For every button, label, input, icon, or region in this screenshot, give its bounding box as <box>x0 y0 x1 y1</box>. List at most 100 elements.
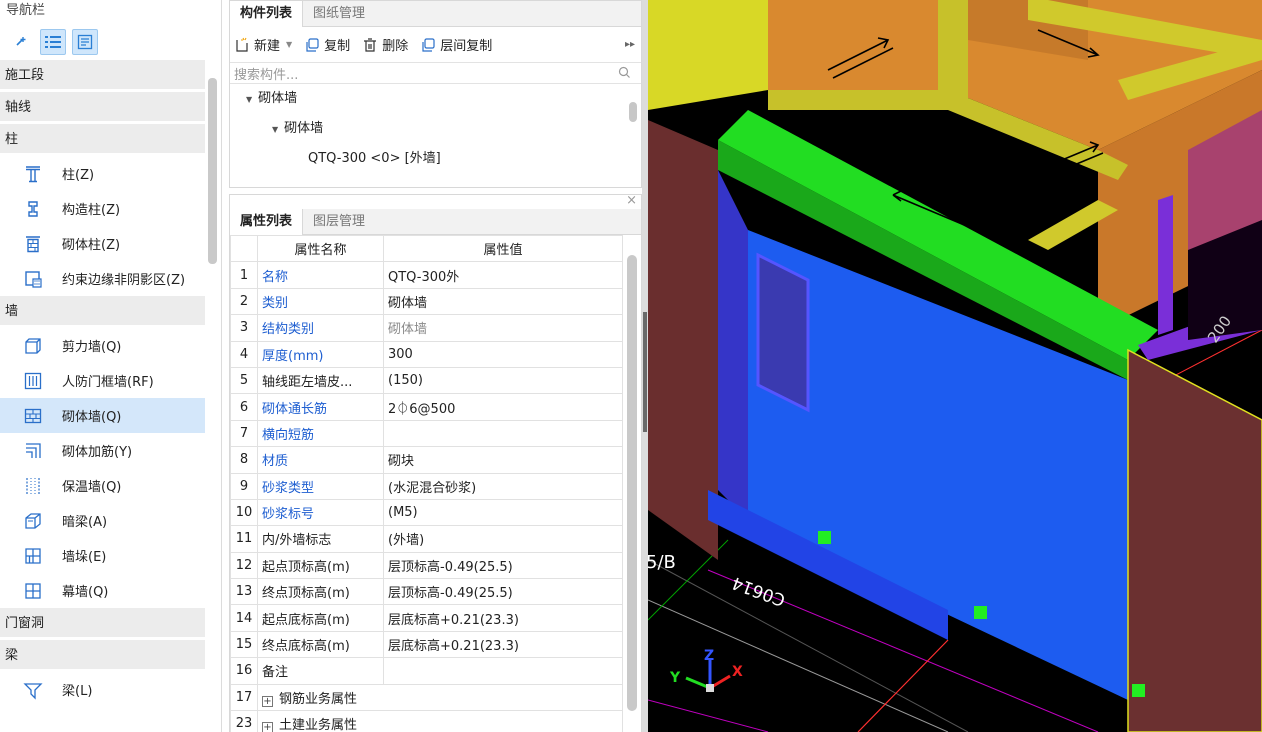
nav-item-wall-pier[interactable]: 墙垛(E) <box>0 538 205 573</box>
delete-button[interactable]: 删除 <box>362 35 408 54</box>
category-door-window[interactable]: 门窗洞 <box>0 608 205 640</box>
expand-arrow-icon[interactable]: ▼ <box>246 95 252 104</box>
row-value: 砌体墙 <box>383 314 623 342</box>
3d-viewport[interactable]: 5/B C0614 200 Z Y X <box>648 0 1262 732</box>
category-wall[interactable]: 墙 <box>0 296 205 328</box>
table-row[interactable]: 12 起点顶标高(m) 层顶标高-0.49(25.5) <box>230 551 623 580</box>
tab-component-list[interactable]: 构件列表 <box>230 1 304 27</box>
grip-point[interactable] <box>974 606 987 619</box>
nav-item-civil-defense-door-frame-wall[interactable]: 人防门框墙(RF) <box>0 363 205 398</box>
row-value[interactable]: 300 <box>383 340 623 368</box>
row-value[interactable]: 层顶标高-0.49(25.5) <box>383 578 623 606</box>
detail-view-icon[interactable] <box>72 29 98 55</box>
new-button[interactable]: 新建 ▼ <box>234 35 292 54</box>
table-row[interactable]: 8 材质 砌块 <box>230 446 623 474</box>
tab-drawing-management[interactable]: 图纸管理 <box>303 1 375 27</box>
component-search[interactable]: 搜索构件... <box>230 62 641 84</box>
search-icon[interactable] <box>618 66 631 83</box>
nav-item-insulation-wall[interactable]: 保温墙(Q) <box>0 468 205 503</box>
nav-item-masonry-reinforcement[interactable]: 砌体加筋(Y) <box>0 433 205 468</box>
row-value[interactable]: 2⏀6@500 <box>383 393 623 421</box>
category-axis[interactable]: 轴线 <box>0 92 205 124</box>
nav-add-icon[interactable] <box>8 29 34 55</box>
nav-scrollbar[interactable] <box>208 78 217 264</box>
row-value[interactable]: 砌块 <box>383 446 623 474</box>
row-value[interactable]: 层顶标高-0.49(25.5) <box>383 551 623 580</box>
row-value[interactable]: (150) <box>383 366 623 395</box>
row-name: 名称 <box>257 261 384 289</box>
property-scrollbar[interactable] <box>627 255 637 711</box>
grip-point[interactable] <box>818 531 831 544</box>
table-row[interactable]: 5 轴线距左墙皮... (150) <box>230 366 623 395</box>
nav-item-shear-wall[interactable]: 剪力墙(Q) <box>0 328 205 363</box>
masonry-wall-left[interactable] <box>648 120 718 560</box>
nav-item-column[interactable]: 柱(Z) <box>0 156 205 191</box>
tree-scrollbar[interactable] <box>629 102 637 122</box>
wall-dark-right[interactable] <box>1127 348 1262 732</box>
copy-button[interactable]: 复制 <box>304 35 350 54</box>
expand-plus-icon[interactable]: + <box>262 722 273 732</box>
nav-item-curtain-wall[interactable]: 幕墙(Q) <box>0 573 205 608</box>
curtain-wall-icon <box>22 580 44 602</box>
row-value[interactable]: 砌体墙 <box>383 287 623 316</box>
tree-node-root[interactable]: ▼ 砌体墙 <box>230 84 641 114</box>
table-row[interactable]: 9 砂浆类型 (水泥混合砂浆) <box>230 472 623 500</box>
expand-arrow-icon[interactable]: ▼ <box>272 125 278 134</box>
row-num: 2 <box>230 287 258 316</box>
3d-model-scene[interactable]: 5/B C0614 200 Z Y X <box>648 0 1262 732</box>
table-row[interactable]: 1 名称 QTQ-300外 <box>230 261 623 289</box>
table-row[interactable]: 15 终点底标高(m) 层底标高+0.21(23.3) <box>230 630 623 659</box>
nav-item-beam[interactable]: 梁(L) <box>0 672 205 707</box>
table-row[interactable]: 4 厚度(mm) 300 <box>230 340 623 368</box>
nav-item-constraint-edge[interactable]: 约束边缘非阴影区(Z) <box>0 261 205 296</box>
slab-yellow[interactable] <box>648 0 768 110</box>
chevron-down-icon[interactable]: ▼ <box>286 40 292 49</box>
row-value[interactable]: 层底标高+0.21(23.3) <box>383 604 623 632</box>
table-row[interactable]: 6 砌体通长筋 2⏀6@500 <box>230 393 623 421</box>
tree-node-child[interactable]: ▼ 砌体墙 <box>230 114 641 144</box>
table-row[interactable]: 16 备注 <box>230 657 623 685</box>
table-row[interactable]: 10 砂浆标号 (M5) <box>230 498 623 527</box>
table-row-group[interactable]: 23 + 土建业务属性 <box>230 710 623 732</box>
tab-layer-management[interactable]: 图层管理 <box>303 209 375 235</box>
list-view-icon[interactable] <box>40 29 66 55</box>
splitter-grip[interactable] <box>643 312 647 432</box>
copy-button-label: 复制 <box>324 39 351 54</box>
row-value[interactable]: (水泥混合砂浆) <box>383 472 623 500</box>
header-value: 属性值 <box>383 234 623 263</box>
nav-item-label: 砌体柱(Z) <box>62 238 121 253</box>
grip-point[interactable] <box>1132 684 1145 697</box>
table-row[interactable]: 11 内/外墙标志 (外墙) <box>230 525 623 553</box>
search-input[interactable]: 搜索构件... <box>234 64 298 83</box>
constraint-edge-icon <box>22 268 44 290</box>
table-row[interactable]: 14 起点底标高(m) 层底标高+0.21(23.3) <box>230 604 623 632</box>
category-column[interactable]: 柱 <box>0 124 205 156</box>
floor-copy-button[interactable]: 层间复制 <box>420 35 492 54</box>
row-value[interactable]: (M5) <box>383 498 623 527</box>
category-construction-section[interactable]: 施工段 <box>0 60 205 92</box>
nav-item-masonry-wall[interactable]: 砌体墙(Q) <box>0 398 205 433</box>
row-value[interactable]: 层底标高+0.21(23.3) <box>383 630 623 659</box>
table-row[interactable]: 7 横向短筋 <box>230 419 623 448</box>
table-row-group[interactable]: 17 + 钢筋业务属性 <box>230 683 623 712</box>
row-name: 砂浆类型 <box>257 472 384 500</box>
window-opening[interactable] <box>756 252 810 413</box>
row-value[interactable]: (外墙) <box>383 525 623 553</box>
table-row[interactable]: 13 终点顶标高(m) 层顶标高-0.49(25.5) <box>230 578 623 606</box>
row-value[interactable]: QTQ-300外 <box>383 261 623 289</box>
table-row[interactable]: 3 结构类别 砌体墙 <box>230 314 623 342</box>
tree-node-leaf[interactable]: QTQ-300 <0> [外墙] <box>230 144 641 174</box>
overflow-icon[interactable]: ▸▸ <box>625 39 635 50</box>
category-beam[interactable]: 梁 <box>0 640 205 672</box>
expand-plus-icon[interactable]: + <box>262 695 273 707</box>
row-value[interactable] <box>383 657 623 685</box>
row-value[interactable] <box>383 419 623 448</box>
table-row[interactable]: 2 类别 砌体墙 <box>230 287 623 316</box>
property-table: 属性名称 属性值 1 名称 QTQ-300外 2 类别 砌体墙 3 结构类别 砌体墙 4 厚度… <box>230 234 623 732</box>
tab-property-list[interactable]: 属性列表 <box>230 209 304 235</box>
row-name: 终点底标高(m) <box>257 630 384 659</box>
nav-item-constructional-column[interactable]: 构造柱(Z) <box>0 191 205 226</box>
nav-item-hidden-beam[interactable]: 暗梁(A) <box>0 503 205 538</box>
nav-item-masonry-column[interactable]: 砌体柱(Z) <box>0 226 205 261</box>
close-icon[interactable]: × <box>626 193 637 208</box>
